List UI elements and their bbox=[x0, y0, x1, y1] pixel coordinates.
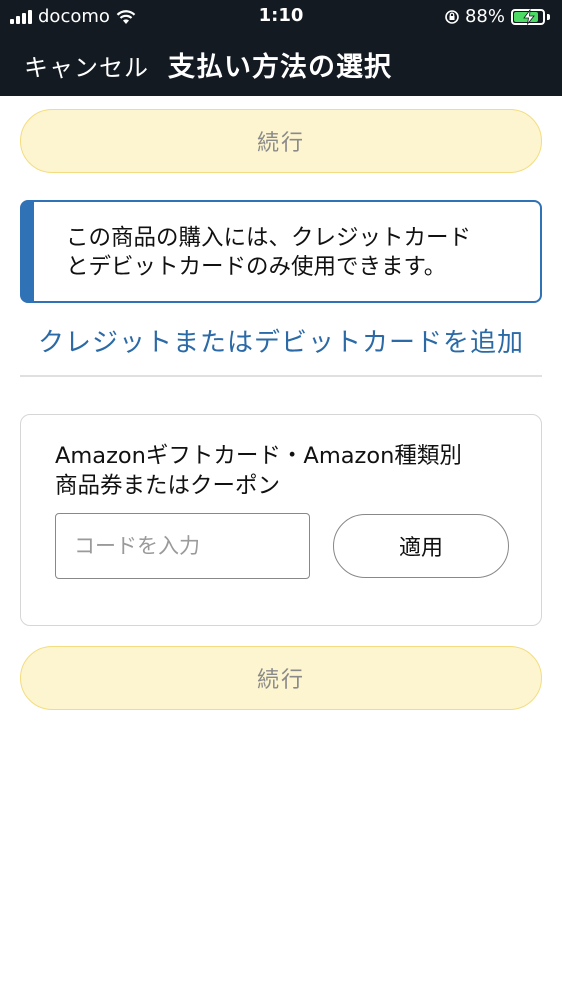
gift-card-label: Amazonギフトカード・Amazon種類別 商品券またはクーポン bbox=[55, 441, 515, 501]
battery-percent: 88% bbox=[464, 6, 505, 27]
gift-card-panel: Amazonギフトカード・Amazon種類別 商品券またはクーポン 適用 bbox=[20, 414, 542, 626]
gift-code-input[interactable] bbox=[55, 513, 310, 579]
gift-label-line-1: Amazonギフトカード・Amazon種類別 bbox=[55, 443, 462, 469]
rotation-lock-icon bbox=[445, 9, 459, 24]
notice-text: この商品の購入には、クレジットカード とデビットカードのみ使用できます。 bbox=[66, 224, 510, 282]
gift-label-line-2: 商品券またはクーポン bbox=[55, 473, 281, 499]
apply-button[interactable]: 適用 bbox=[333, 514, 509, 578]
battery-group: 88% bbox=[445, 6, 550, 27]
payment-restriction-notice: この商品の購入には、クレジットカード とデビットカードのみ使用できます。 bbox=[20, 200, 542, 303]
add-card-link[interactable]: クレジットまたはデビットカードを追加 bbox=[0, 322, 562, 359]
charging-bolt-icon bbox=[523, 8, 535, 25]
page-title: 支払い方法の選択 bbox=[168, 52, 392, 83]
notice-line-2: とデビットカードのみ使用できます。 bbox=[66, 254, 447, 280]
notice-line-1: この商品の購入には、クレジットカード bbox=[66, 225, 472, 251]
battery-cap bbox=[547, 13, 550, 20]
battery-charging-icon bbox=[511, 8, 545, 25]
divider bbox=[20, 375, 542, 377]
top-bar: docomo 1:10 88% キャンセル 支払い方法の選択 bbox=[0, 0, 562, 96]
continue-button-bottom[interactable]: 続行 bbox=[20, 646, 542, 710]
cancel-button[interactable]: キャンセル bbox=[24, 48, 149, 83]
status-bar: docomo 1:10 88% bbox=[0, 0, 562, 32]
continue-button-top[interactable]: 続行 bbox=[20, 109, 542, 173]
